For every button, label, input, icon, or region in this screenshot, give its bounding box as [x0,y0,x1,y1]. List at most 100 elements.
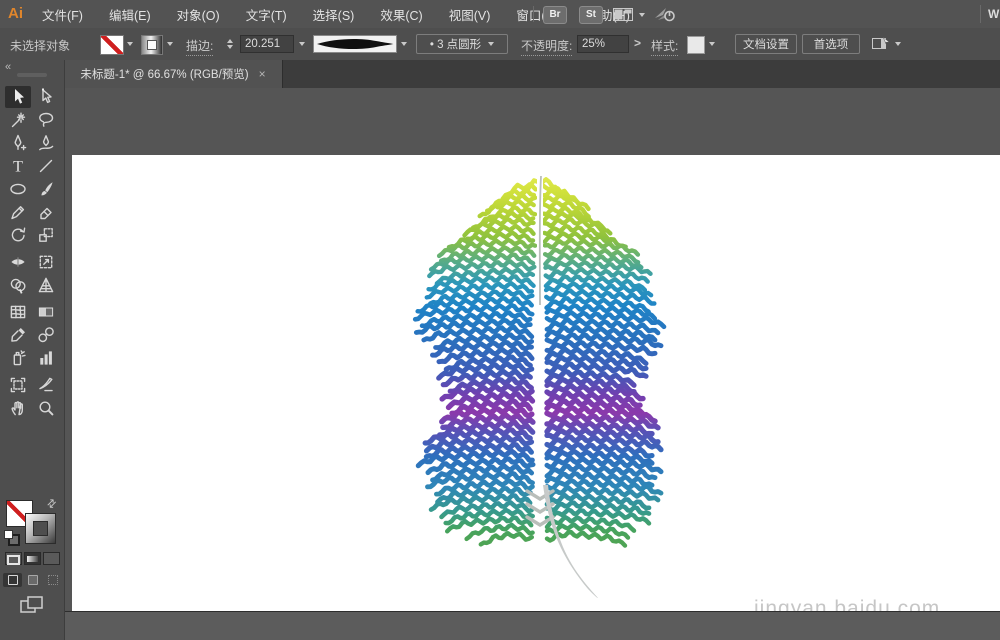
magic-wand-tool[interactable] [5,109,31,131]
scale-tool[interactable] [33,224,59,246]
paintbrush-tool[interactable] [33,178,59,200]
stroke-weight-input[interactable]: 20.251 [240,35,294,53]
stroke-weight-stepper[interactable] [227,36,233,52]
pasteboard-left [64,88,72,611]
type-tool-icon: T [8,156,28,176]
menu-item-1[interactable]: 编辑(E) [109,5,151,24]
stroke-color-chevron[interactable] [167,42,173,49]
ellipse-tool[interactable] [5,178,31,200]
lasso-tool[interactable] [33,109,59,131]
color-button[interactable] [5,552,22,565]
swap-fill-stroke-icon[interactable]: ⇄ [44,496,60,512]
arrange-documents-chevron[interactable] [639,13,645,20]
style-chevron[interactable] [709,42,715,49]
gradient-button[interactable] [24,552,41,565]
stroke-color-swatch[interactable] [141,35,163,55]
curvature-tool[interactable] [33,132,59,154]
brush-definition-value: • 3 点圆形 [430,36,481,52]
color-icon [7,555,20,565]
workspace-chevron[interactable] [895,42,901,49]
shaper-tool[interactable] [5,201,31,223]
default-fill-stroke-icon[interactable] [4,530,17,543]
type-tool[interactable]: T [5,155,31,177]
fill-color-chevron[interactable] [127,42,133,49]
preferences-button[interactable]: 首选项 [802,34,860,54]
document-setup-label: 文档设置 [743,36,789,52]
menu-item-3[interactable]: 文字(T) [246,5,287,24]
document-setup-button[interactable]: 文档设置 [735,34,797,54]
menu-item-6[interactable]: 视图(V) [449,5,491,24]
line-segment-tool[interactable] [33,155,59,177]
style-swatch[interactable] [687,36,705,54]
draw-inside-button[interactable] [43,573,62,587]
slice-tool[interactable] [33,374,59,396]
screen-mode-button[interactable] [20,596,44,619]
fill-color-swatch[interactable] [100,35,124,55]
panel-grip[interactable] [17,73,47,77]
menu-item-2[interactable]: 对象(O) [177,5,220,24]
draw-normal-button[interactable] [3,573,22,587]
tab-close-icon[interactable]: × [259,67,266,81]
watermark-text: jingyan.baidu.com [754,597,940,611]
panel-collapse-button[interactable]: « [5,61,11,73]
opacity-label[interactable]: 不透明度: [521,37,572,56]
document-tab[interactable]: 未标题-1* @ 66.67% (RGB/预览) × [64,60,283,88]
app-logo: Ai [8,5,23,22]
gradient-tool-icon [36,302,56,322]
menu-item-0[interactable]: 文件(F) [42,5,83,24]
feather-artwork[interactable] [72,155,1000,611]
workspace-button[interactable] [872,36,890,56]
opacity-input[interactable]: 25% [577,35,629,53]
stroke-profile-shape [314,36,396,52]
sync-button[interactable] [654,5,676,28]
opacity-flyout-arrow[interactable]: > [634,36,641,50]
zoom-tool[interactable] [33,397,59,419]
artboard-tool[interactable] [5,374,31,396]
symbol-sprayer-tool[interactable] [5,347,31,369]
arrange-documents-button[interactable] [613,8,633,26]
menu-item-5[interactable]: 效果(C) [380,5,422,24]
sync-icon [654,5,676,23]
tools-panel: « T ⇄ [0,60,65,640]
eyedropper-tool[interactable] [5,324,31,346]
width-tool[interactable] [5,251,31,273]
eraser-tool-icon [36,202,56,222]
line-segment-tool-icon [36,156,56,176]
free-transform-tool[interactable] [33,251,59,273]
artboard[interactable]: jingyan.baidu.com [72,155,1000,611]
menubar-right-divider [980,5,981,23]
arrange-documents-icon [613,8,633,21]
mesh-tool[interactable] [5,301,31,323]
stroke-weight-label[interactable]: 描边: [186,37,213,56]
draw-behind-button[interactable] [23,573,42,587]
stroke-indicator[interactable] [25,513,56,544]
stroke-weight-chevron[interactable] [299,42,305,49]
menu-item-4[interactable]: 选择(S) [313,5,355,24]
stroke-profile-preview[interactable] [313,35,397,53]
pen-tool[interactable] [5,132,31,154]
blend-tool[interactable] [33,324,59,346]
perspective-grid-tool[interactable] [33,274,59,296]
eyedropper-tool-icon [8,325,28,345]
stroke-weight-value: 20.251 [245,38,280,50]
rotate-tool[interactable] [5,224,31,246]
selection-tool-icon [8,87,28,107]
eraser-tool[interactable] [33,201,59,223]
gradient-tool[interactable] [33,301,59,323]
direct-selection-tool[interactable] [33,86,59,108]
none-button[interactable] [43,552,60,565]
column-graph-tool[interactable] [33,347,59,369]
shaper-tool-icon [8,202,28,222]
style-label[interactable]: 样式: [651,37,678,56]
symbol-sprayer-tool-icon [8,348,28,368]
stepper-down-icon [227,45,233,52]
br-badge-button[interactable]: Br [543,6,567,24]
hand-tool[interactable] [5,397,31,419]
selection-tool[interactable] [5,86,31,108]
shape-builder-tool[interactable] [5,274,31,296]
stepper-up-icon [227,36,233,43]
brush-definition-dropdown[interactable]: • 3 点圆形 [416,34,508,54]
st-badge-button[interactable]: St [579,6,603,24]
tab-bar: 未标题-1* @ 66.67% (RGB/预览) × [64,60,1000,89]
stroke-profile-chevron[interactable] [401,42,407,49]
